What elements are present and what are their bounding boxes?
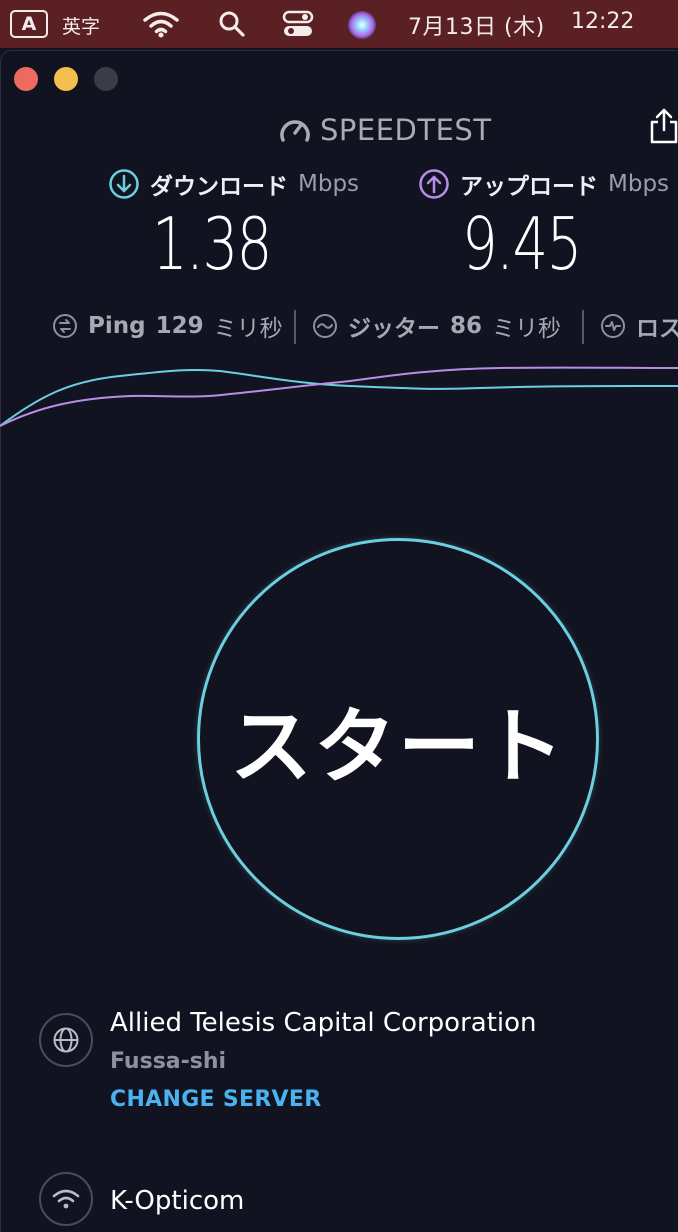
download-value: 1.38: [152, 202, 272, 286]
upload-header: アップロード Mbps: [418, 168, 669, 200]
menubar-clock[interactable]: 12:22: [571, 9, 634, 34]
loss-stat: ロス: [600, 308, 678, 344]
isp-name: K-Opticom: [110, 1186, 245, 1216]
input-mode-label[interactable]: 英字: [62, 12, 100, 39]
start-button[interactable]: スタート: [197, 538, 599, 940]
server-globe-icon: [39, 1013, 93, 1067]
loss-label: ロス: [636, 316, 678, 342]
speedtest-window: SPEEDTEST ダウンロード Mbps 1.38 アップロード Mbps 9…: [0, 50, 678, 1232]
start-label: スタート: [229, 699, 566, 795]
ping-value: 129: [155, 313, 204, 339]
packet-loss-icon: [601, 314, 625, 338]
logo-text: SPEEDTEST: [320, 113, 492, 147]
jitter-stat: ジッター 86 ミリ秒: [312, 308, 561, 344]
server-location: Fussa-shi: [110, 1049, 227, 1074]
download-unit: Mbps: [298, 171, 360, 197]
app-logo: SPEEDTEST: [278, 112, 492, 148]
upload-arrow-icon: [419, 169, 449, 199]
wifi-icon[interactable]: [142, 9, 180, 39]
jitter-unit: ミリ秒: [492, 316, 562, 342]
control-center-icon[interactable]: [282, 9, 314, 39]
input-mode-indicator[interactable]: A: [10, 10, 48, 38]
jitter-label: ジッター: [348, 316, 440, 342]
menubar-date[interactable]: 7月13日 (木): [408, 9, 545, 41]
menu-bar: A 英字 7月13日 (木) 12:22: [0, 0, 678, 48]
search-icon[interactable]: [218, 9, 246, 39]
upload-label: アップロード: [460, 174, 598, 200]
stat-divider: [582, 310, 584, 344]
window-minimize-button[interactable]: [54, 67, 78, 91]
siri-icon[interactable]: [346, 9, 378, 41]
window-zoom-button[interactable]: [94, 67, 118, 91]
speed-graph: [0, 366, 678, 427]
upload-unit: Mbps: [608, 171, 670, 197]
server-name: Allied Telesis Capital Corporation: [110, 1008, 537, 1038]
window-close-button[interactable]: [14, 67, 38, 91]
ping-icon: [53, 314, 77, 338]
share-icon[interactable]: [648, 106, 678, 146]
stat-divider: [294, 310, 296, 344]
ping-label: Ping: [88, 313, 146, 339]
ping-stat: Ping 129 ミリ秒: [52, 308, 283, 344]
download-header: ダウンロード Mbps: [108, 168, 359, 200]
download-arrow-icon: [109, 169, 139, 199]
jitter-value: 86: [450, 313, 483, 339]
jitter-icon: [313, 314, 337, 338]
ping-unit: ミリ秒: [213, 316, 283, 342]
change-server-link[interactable]: CHANGE SERVER: [110, 1087, 321, 1112]
speedometer-icon: [280, 120, 310, 142]
upload-speed-line: [0, 366, 678, 427]
connection-wifi-icon: [39, 1172, 93, 1226]
download-label: ダウンロード: [150, 174, 288, 200]
upload-value: 9.45: [462, 202, 582, 286]
